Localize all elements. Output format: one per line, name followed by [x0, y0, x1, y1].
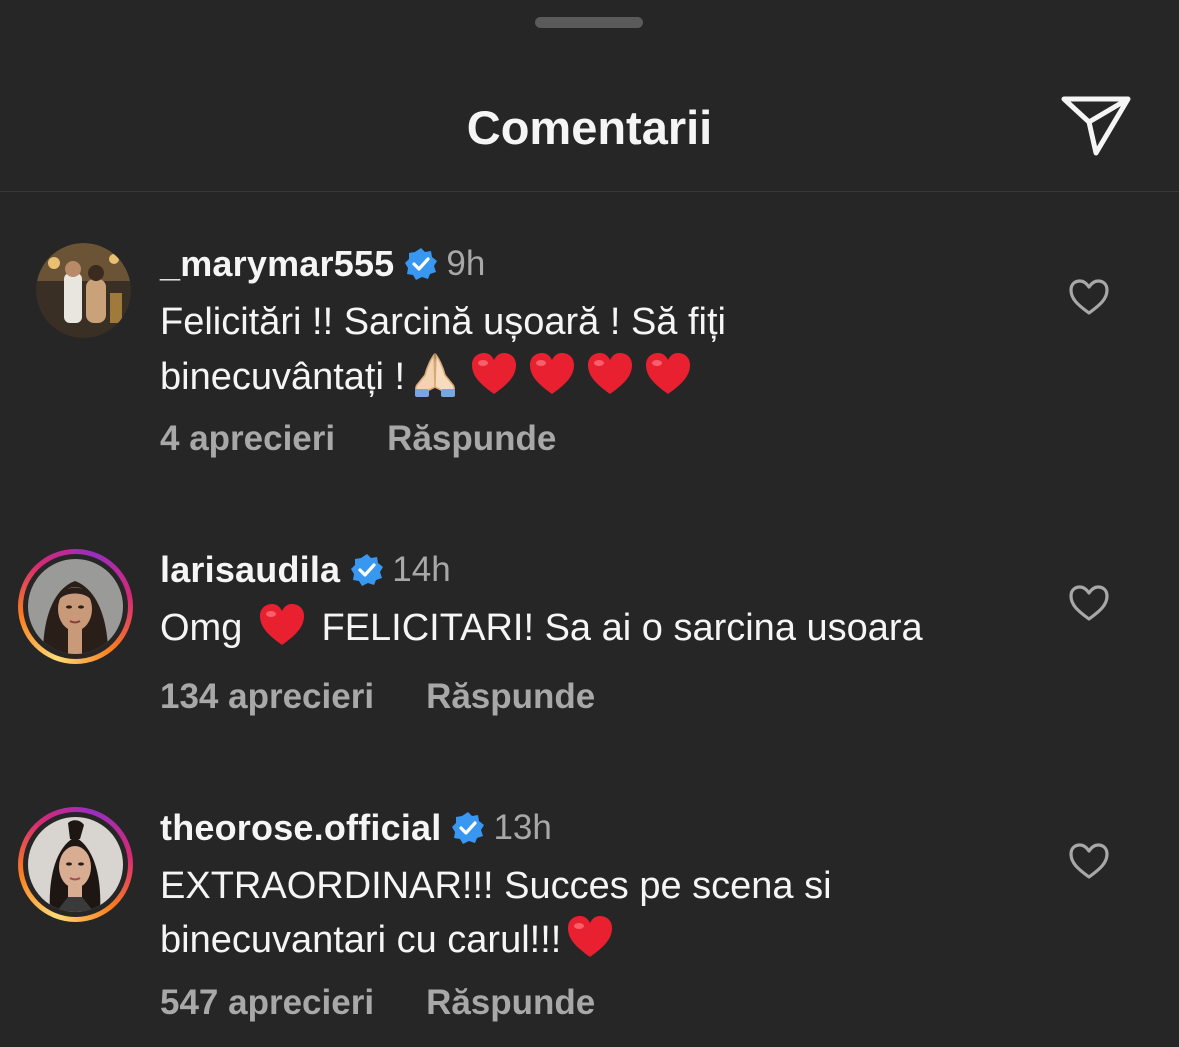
page-title: Comentarii [466, 101, 713, 154]
avatar[interactable] [18, 807, 133, 922]
comment-username[interactable]: larisaudila [160, 549, 340, 591]
comment-actions: 547 aprecieri Răspunde [160, 978, 595, 1028]
comment-time: 14h [392, 550, 451, 589]
comments-header: Comentarii [0, 60, 1179, 192]
red-heart-emoji-icon [258, 602, 306, 648]
comment-username[interactable]: _marymar555 [160, 243, 394, 285]
comment-text: Omg FELICITARI! Sa ai o sarcina usoara [160, 601, 1040, 655]
comment-time: 13h [493, 808, 552, 847]
comment-username[interactable]: theorose.official [160, 807, 441, 849]
comment-actions: 4 aprecieri Răspunde [160, 414, 556, 464]
comment-text-fragment: Omg [160, 607, 243, 649]
comment-actions: 134 aprecieri Răspunde [160, 672, 595, 722]
comment-text-line: Felicitări !! Sarcină ușoară ! Să fiți [160, 301, 726, 343]
comment-time: 9h [446, 244, 486, 283]
comment-text-line: EXTRAORDINAR!!! Succes pe scena si [160, 865, 832, 907]
heart-outline-icon[interactable] [1068, 278, 1110, 316]
likes-count[interactable]: 134 aprecieri [160, 677, 374, 717]
verified-badge-icon [404, 247, 438, 281]
comment-text: Felicitări !! Sarcină ușoară ! Să fiți b… [160, 295, 1040, 404]
comment-text-line: Omg FELICITARI! Sa ai o sarcina usoara [160, 601, 1040, 655]
comment-text-line: binecuvântați ! [160, 349, 1040, 404]
likes-count[interactable]: 4 aprecieri [160, 419, 335, 459]
reply-button[interactable]: Răspunde [426, 677, 595, 717]
verified-badge-icon [451, 811, 485, 845]
red-heart-emoji-icon [528, 351, 576, 397]
likes-count[interactable]: 547 aprecieri [160, 983, 374, 1023]
avatar[interactable] [18, 549, 133, 664]
send-paper-plane-icon[interactable] [1058, 93, 1134, 159]
comment-text: EXTRAORDINAR!!! Succes pe scena si binec… [160, 859, 1040, 967]
comment-meta: _marymar555 9h [160, 239, 485, 289]
comment-text-fragment: binecuvantari cu carul!!! [160, 919, 562, 961]
praying-hands-emoji-icon [409, 349, 461, 399]
red-heart-emoji-icon [644, 351, 692, 397]
comment-text-fragment: FELICITARI! Sa ai o sarcina usoara [321, 607, 923, 649]
comments-sheet: Comentarii _marymar555 9h Felicitări !! … [0, 0, 1179, 1047]
comment-meta: theorose.official 13h [160, 803, 552, 853]
avatar[interactable] [36, 243, 131, 338]
red-heart-emoji-icon [566, 914, 614, 960]
red-heart-emoji-icon [586, 351, 634, 397]
heart-outline-icon[interactable] [1068, 842, 1110, 880]
red-heart-emoji-icon [470, 351, 518, 397]
comment-meta: larisaudila 14h [160, 545, 451, 595]
verified-badge-icon [350, 553, 384, 587]
comment-text-line: binecuvantari cu carul!!! [160, 913, 1040, 967]
comment-text-fragment: binecuvântați ! [160, 356, 406, 398]
heart-outline-icon[interactable] [1068, 584, 1110, 622]
reply-button[interactable]: Răspunde [387, 419, 556, 459]
reply-button[interactable]: Răspunde [426, 983, 595, 1023]
sheet-drag-handle[interactable] [535, 17, 643, 28]
